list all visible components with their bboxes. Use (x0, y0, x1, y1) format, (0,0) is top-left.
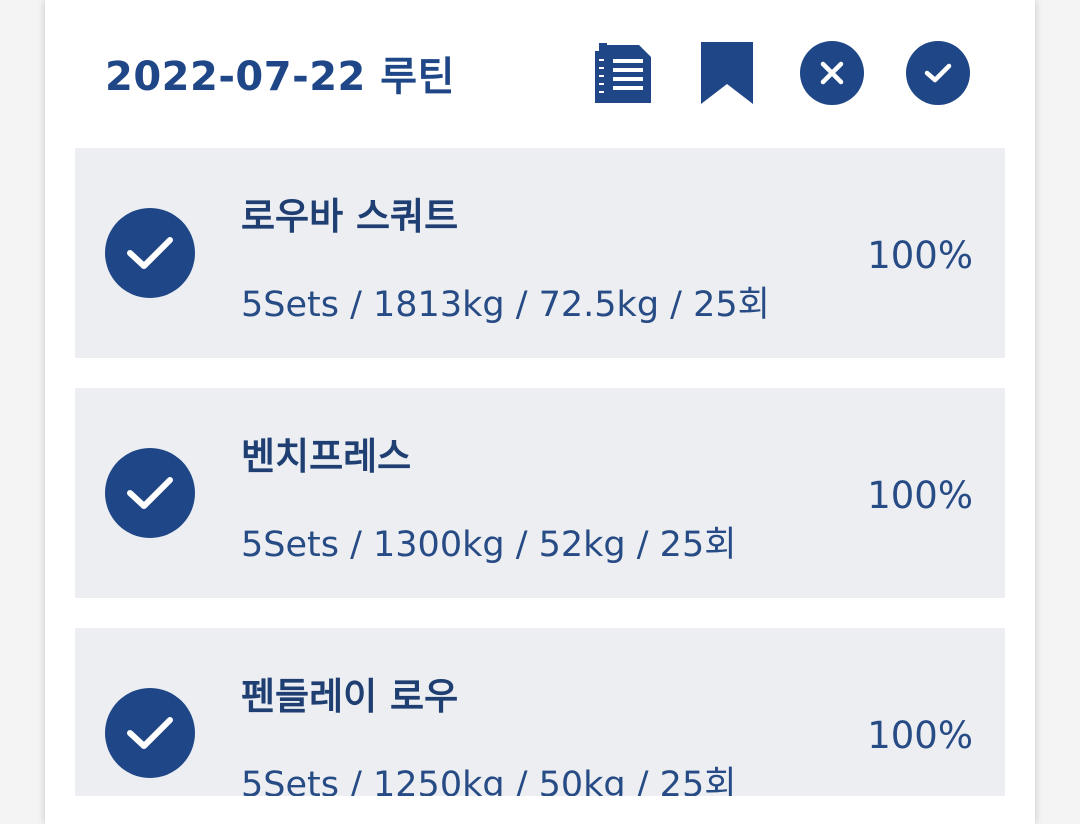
exercise-percent: 100% (867, 474, 973, 517)
page-background: 2022-07-22 루틴 로우바 스쿼트 5Sets / 1813kg / 7… (0, 0, 1080, 824)
document-icon (595, 43, 651, 103)
notes-button[interactable] (590, 40, 660, 108)
exercise-detail: 5Sets / 1250kg / 50kg / 25회 (241, 765, 737, 796)
checkmark-icon (127, 477, 173, 509)
checkmark-icon (127, 237, 173, 269)
bookmark-icon (701, 42, 753, 104)
routine-title: 2022-07-22 루틴 (105, 54, 455, 100)
exercise-detail: 5Sets / 1300kg / 52kg / 25회 (241, 525, 737, 565)
exercise-name: 펜들레이 로우 (241, 675, 459, 718)
completed-check[interactable] (105, 448, 195, 538)
routine-card: 2022-07-22 루틴 로우바 스쿼트 5Sets / 1813kg / 7… (45, 0, 1035, 824)
exercise-detail: 5Sets / 1813kg / 72.5kg / 25회 (241, 285, 770, 325)
checkmark-icon (924, 63, 952, 83)
exercise-list: 로우바 스쿼트 5Sets / 1813kg / 72.5kg / 25회 10… (75, 148, 1005, 796)
exercise-item[interactable]: 펜들레이 로우 5Sets / 1250kg / 50kg / 25회 100% (75, 628, 1005, 796)
exercise-percent: 100% (867, 234, 973, 277)
bookmark-button[interactable] (697, 40, 757, 106)
close-icon (820, 61, 844, 85)
exercise-name: 로우바 스쿼트 (241, 195, 459, 238)
exercise-name: 벤치프레스 (241, 435, 412, 478)
exercise-item[interactable]: 벤치프레스 5Sets / 1300kg / 52kg / 25회 100% (75, 388, 1005, 598)
completed-check[interactable] (105, 688, 195, 778)
cancel-button[interactable] (800, 41, 864, 105)
completed-check[interactable] (105, 208, 195, 298)
exercise-item[interactable]: 로우바 스쿼트 5Sets / 1813kg / 72.5kg / 25회 10… (75, 148, 1005, 358)
confirm-button[interactable] (906, 41, 970, 105)
checkmark-icon (127, 717, 173, 749)
exercise-percent: 100% (867, 714, 973, 757)
